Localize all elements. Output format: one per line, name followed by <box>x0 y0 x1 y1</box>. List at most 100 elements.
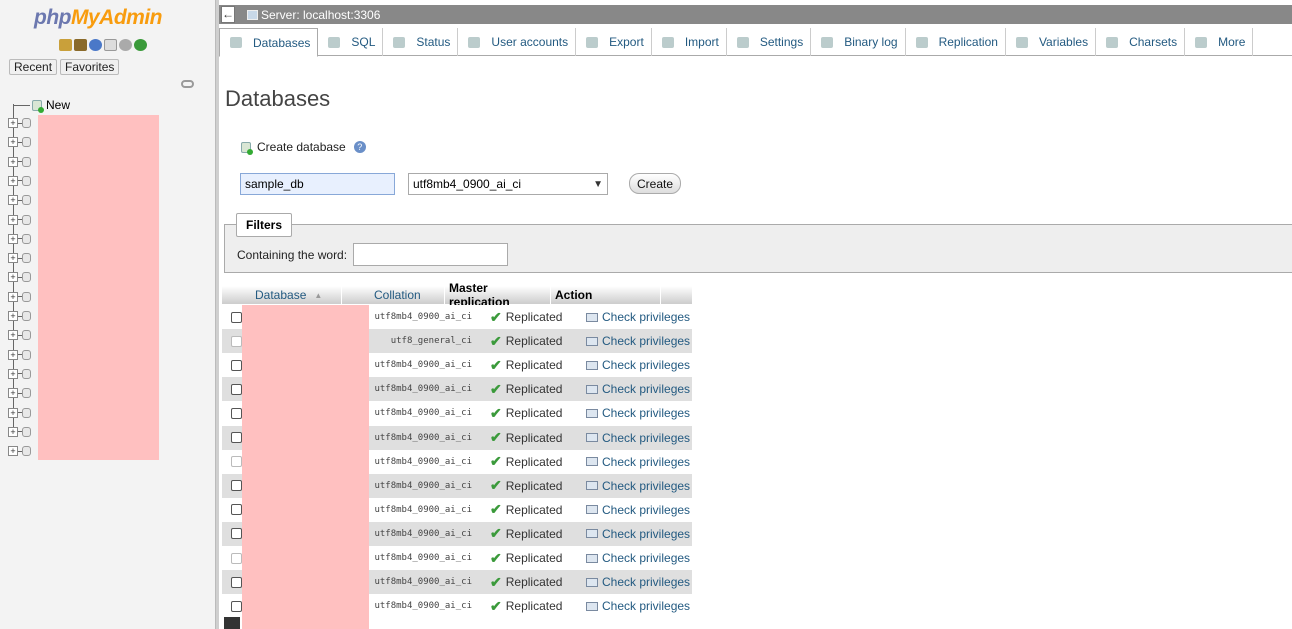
expand-icon[interactable]: + <box>8 330 18 341</box>
replication-cell: ✔ Replicated <box>490 550 562 567</box>
check-privileges-link[interactable]: Check privileges <box>586 479 690 493</box>
tab-settings[interactable]: Settings <box>727 28 812 56</box>
expand-icon[interactable]: + <box>8 118 18 128</box>
row-checkbox[interactable] <box>231 407 242 419</box>
tree-database-item[interactable]: + <box>8 214 31 226</box>
tab-binary-log[interactable]: Binary log <box>811 28 906 56</box>
tree-database-item[interactable]: + <box>8 387 31 399</box>
tab-status[interactable]: Status <box>383 28 459 56</box>
expand-icon[interactable]: + <box>8 368 18 379</box>
tab-more[interactable]: More <box>1185 28 1254 56</box>
expand-icon[interactable]: + <box>8 195 18 206</box>
tree-database-item[interactable]: + <box>8 329 31 341</box>
privileges-icon <box>586 553 598 563</box>
tree-database-item[interactable]: + <box>8 368 31 380</box>
column-header-collation[interactable]: Collation <box>342 286 445 304</box>
check-privileges-link[interactable]: Check privileges <box>586 503 690 517</box>
logout-icon[interactable] <box>74 39 87 51</box>
expand-icon[interactable]: + <box>8 233 18 244</box>
database-icon <box>22 426 31 437</box>
row-checkbox[interactable] <box>231 600 242 612</box>
tree-database-item[interactable]: + <box>8 252 31 264</box>
tab-user-accounts[interactable]: User accounts <box>458 28 577 56</box>
nav-resizer[interactable] <box>216 0 219 629</box>
row-checkbox[interactable] <box>231 504 242 516</box>
new-database-icon <box>32 99 44 113</box>
status-icon <box>393 36 406 48</box>
expand-icon[interactable]: + <box>8 156 18 167</box>
tab-variables[interactable]: Variables <box>1006 28 1097 56</box>
home-icon[interactable] <box>59 39 72 51</box>
check-privileges-link[interactable]: Check privileges <box>586 310 690 324</box>
tree-database-item[interactable]: + <box>8 271 31 283</box>
tab-sql[interactable]: SQL <box>318 28 384 56</box>
tree-new-item[interactable]: New <box>14 97 70 113</box>
reload-icon[interactable] <box>134 39 147 51</box>
nav-tab-favorites[interactable]: Favorites <box>60 59 120 75</box>
check-privileges-link[interactable]: Check privileges <box>586 358 690 372</box>
expand-icon[interactable]: + <box>8 311 18 321</box>
collation-cell: utf8mb4_0900_ai_ci <box>374 408 472 419</box>
tree-database-item[interactable]: + <box>8 175 31 187</box>
nav-tab-recent[interactable]: Recent <box>9 59 58 75</box>
filter-input[interactable] <box>353 243 508 266</box>
collation-select[interactable]: utf8mb4_0900_ai_ci ▼ <box>408 173 608 195</box>
tree-database-item[interactable]: + <box>8 426 31 438</box>
row-checkbox[interactable] <box>231 359 242 371</box>
tree-database-item[interactable]: + <box>8 310 31 322</box>
help-icon[interactable] <box>89 39 102 51</box>
docs-icon[interactable] <box>104 39 117 51</box>
check-privileges-link[interactable]: Check privileges <box>586 527 690 541</box>
tree-database-item[interactable]: + <box>8 117 31 129</box>
expand-icon[interactable]: + <box>8 137 18 148</box>
expand-icon[interactable]: + <box>8 214 18 225</box>
expand-icon[interactable]: + <box>8 272 18 283</box>
row-checkbox[interactable] <box>231 480 242 492</box>
expand-icon[interactable]: + <box>8 349 18 360</box>
link-with-main-icon[interactable] <box>181 80 194 88</box>
check-privileges-link[interactable]: Check privileges <box>586 575 690 589</box>
column-header-database[interactable]: Database ▲ <box>222 286 342 304</box>
replication-status: Replicated <box>505 454 563 469</box>
collapse-nav-button[interactable]: ← <box>221 6 235 23</box>
tree-database-item[interactable]: + <box>8 194 31 206</box>
tree-database-item[interactable]: + <box>8 136 31 148</box>
tree-database-item[interactable]: + <box>8 407 31 419</box>
check-privileges-link[interactable]: Check privileges <box>586 431 690 445</box>
console-toggle-icon[interactable] <box>224 617 240 629</box>
tab-databases[interactable]: Databases <box>219 28 319 57</box>
expand-icon[interactable]: + <box>8 388 18 399</box>
check-privileges-link[interactable]: Check privileges <box>586 455 690 469</box>
expand-icon[interactable]: + <box>8 291 18 302</box>
tab-replication[interactable]: Replication <box>906 28 1006 56</box>
row-checkbox[interactable] <box>231 576 242 588</box>
tab-charsets[interactable]: Charsets <box>1096 28 1186 56</box>
tree-database-item[interactable]: + <box>8 349 31 361</box>
check-privileges-link[interactable]: Check privileges <box>586 551 690 565</box>
tree-database-item[interactable]: + <box>8 291 31 303</box>
expand-icon[interactable]: + <box>8 426 18 437</box>
tree-database-item[interactable]: + <box>8 445 31 457</box>
tab-import[interactable]: Import <box>652 28 727 56</box>
create-database-button[interactable]: Create <box>629 173 681 194</box>
row-checkbox[interactable] <box>231 311 242 323</box>
check-privileges-link[interactable]: Check privileges <box>586 406 690 420</box>
row-checkbox[interactable] <box>231 432 242 443</box>
expand-icon[interactable]: + <box>8 253 18 264</box>
expand-icon[interactable]: + <box>8 446 18 457</box>
check-privileges-link[interactable]: Check privileges <box>586 334 690 348</box>
expand-icon[interactable]: + <box>8 407 18 418</box>
row-checkbox[interactable] <box>231 383 242 395</box>
server-breadcrumb[interactable]: Server: localhost:3306 <box>261 8 380 22</box>
check-privileges-link[interactable]: Check privileges <box>586 599 690 613</box>
database-name-input[interactable] <box>240 173 395 195</box>
help-icon[interactable]: ? <box>353 141 366 153</box>
settings-icon[interactable] <box>119 39 132 51</box>
tab-export[interactable]: Export <box>576 28 652 56</box>
expand-icon[interactable]: + <box>8 175 18 186</box>
tree-database-item[interactable]: + <box>8 156 31 168</box>
check-privileges-link[interactable]: Check privileges <box>586 382 690 396</box>
tree-database-item[interactable]: + <box>8 233 31 245</box>
row-checkbox[interactable] <box>231 528 242 540</box>
phpmyadmin-logo[interactable]: phpMyAdmin <box>34 6 162 30</box>
